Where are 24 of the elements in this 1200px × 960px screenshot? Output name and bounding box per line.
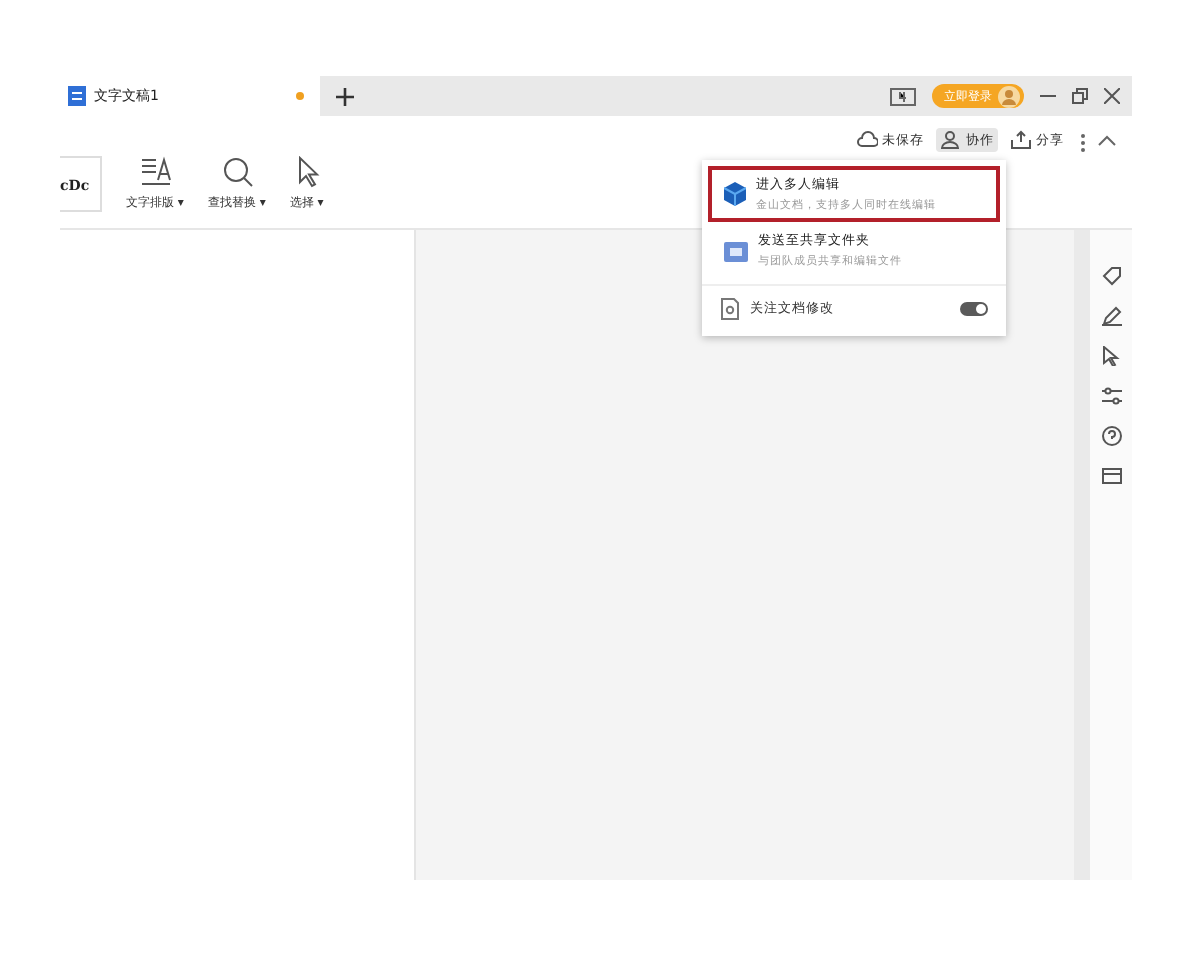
sliders-icon[interactable] bbox=[1101, 386, 1121, 406]
window-count-icon[interactable] bbox=[890, 87, 916, 105]
cursor-icon[interactable] bbox=[1101, 346, 1121, 366]
tag-icon[interactable] bbox=[1101, 266, 1121, 286]
restore-icon[interactable] bbox=[1072, 88, 1088, 104]
avatar-icon bbox=[998, 85, 1020, 107]
cube-icon bbox=[724, 182, 746, 206]
person-icon bbox=[940, 130, 962, 150]
search-icon bbox=[219, 156, 254, 188]
pen-icon[interactable] bbox=[1101, 306, 1121, 326]
more-icon[interactable] bbox=[1080, 134, 1086, 152]
document-icon bbox=[68, 86, 86, 106]
collapse-icon[interactable] bbox=[1098, 134, 1116, 146]
help-icon[interactable] bbox=[1101, 426, 1121, 446]
share-icon bbox=[1010, 130, 1032, 150]
cloud-icon bbox=[856, 130, 878, 150]
form-icon[interactable] bbox=[1101, 466, 1121, 486]
scrollbar[interactable] bbox=[1074, 230, 1090, 880]
toggle-switch[interactable] bbox=[960, 302, 988, 316]
document-gear-icon bbox=[720, 298, 740, 320]
close-icon[interactable] bbox=[1104, 88, 1120, 104]
text-layout-icon bbox=[137, 156, 172, 188]
folder-icon bbox=[724, 239, 748, 261]
new-tab-icon[interactable] bbox=[336, 87, 354, 105]
